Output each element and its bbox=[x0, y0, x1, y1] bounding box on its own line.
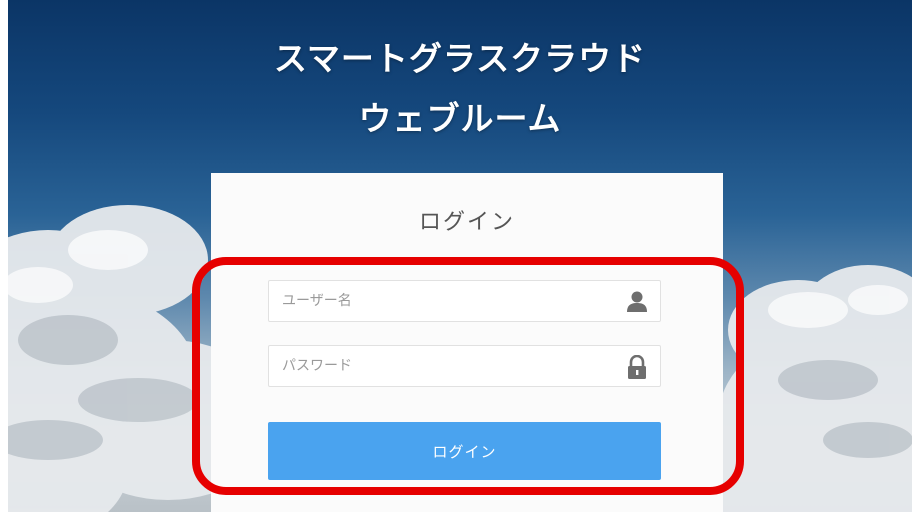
user-icon bbox=[627, 291, 647, 312]
app-title-line2: ウェブルーム bbox=[358, 99, 562, 138]
login-card: ログイン ログイン bbox=[211, 173, 723, 512]
app-title-line1: スマートグラスクラウド bbox=[273, 39, 647, 78]
lock-icon bbox=[628, 355, 646, 379]
login-heading: ログイン bbox=[418, 210, 515, 235]
sky-background: スマートグラスクラウド ウェブルーム ログイン ログイン bbox=[8, 0, 912, 512]
login-button[interactable]: ログイン bbox=[268, 422, 661, 480]
username-field bbox=[268, 280, 661, 322]
password-input[interactable] bbox=[269, 346, 660, 386]
password-field bbox=[268, 345, 661, 387]
username-input[interactable] bbox=[269, 281, 660, 321]
